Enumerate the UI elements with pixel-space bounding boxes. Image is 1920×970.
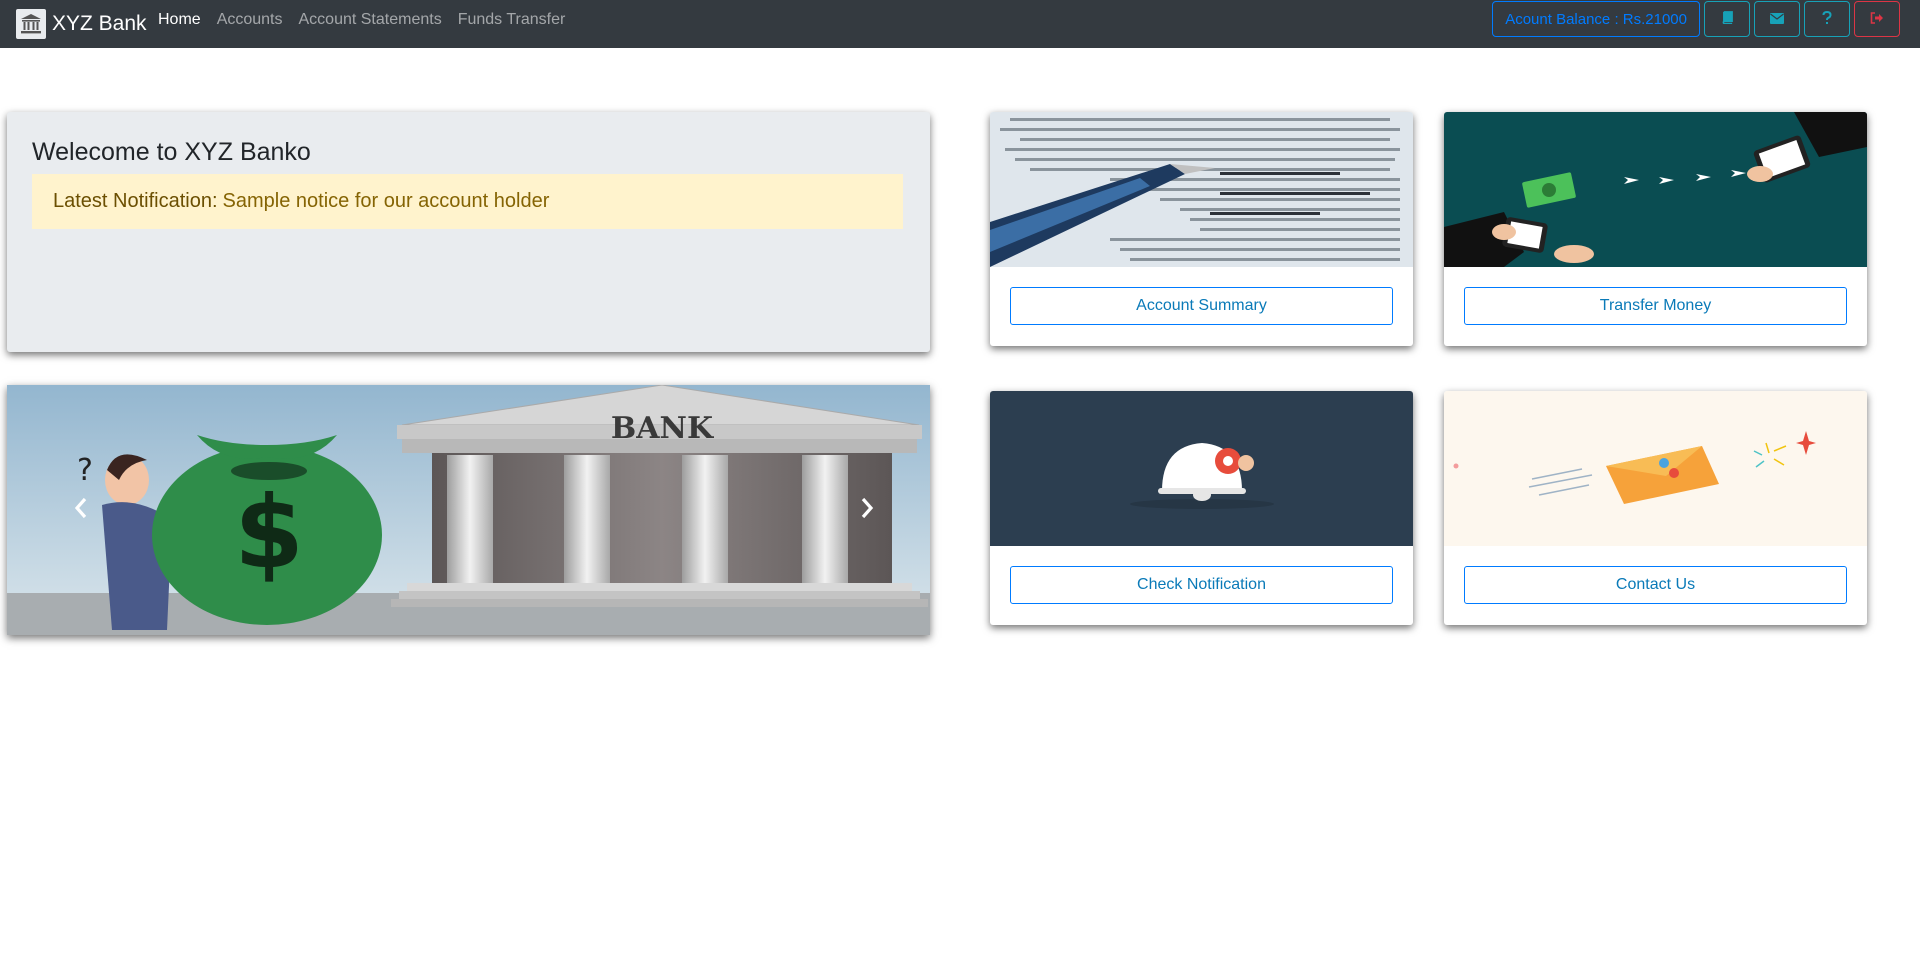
- contact-us-card: Contact Us: [1444, 391, 1867, 625]
- account-summary-card: Account Summary: [990, 112, 1413, 346]
- account-summary-button[interactable]: Account Summary: [1010, 287, 1393, 325]
- carousel-next-button[interactable]: [855, 493, 879, 527]
- svg-text:?: ?: [77, 453, 93, 488]
- image-carousel: BANK $ ?: [7, 385, 930, 635]
- notification-text: Sample notice for our account holder: [222, 190, 550, 212]
- notification-bell-image: [990, 391, 1413, 546]
- notification-label: Latest Notification:: [53, 190, 218, 212]
- book-button[interactable]: [1704, 1, 1750, 37]
- account-balance-button[interactable]: Acount Balance : Rs.21000: [1492, 1, 1700, 37]
- book-icon: [1721, 11, 1734, 27]
- carousel-prev-button[interactable]: [69, 493, 93, 527]
- envelope-image: [1444, 391, 1867, 546]
- main-nav: Home Accounts Account Statements Funds T…: [150, 0, 573, 40]
- nav-actions: Acount Balance : Rs.21000: [1492, 1, 1900, 37]
- bank-icon: [16, 9, 46, 39]
- bank-illustration: BANK $ ?: [7, 385, 930, 635]
- welcome-title: Welecome to XYZ Banko: [32, 138, 311, 166]
- question-icon: [1822, 10, 1832, 28]
- chevron-left-icon: [74, 497, 88, 524]
- bank-sign: BANK: [611, 411, 714, 446]
- nav-home[interactable]: Home: [150, 11, 209, 29]
- mail-button[interactable]: [1754, 1, 1800, 37]
- logout-button[interactable]: [1854, 1, 1900, 37]
- chevron-right-icon: [860, 497, 874, 524]
- navbar: XYZ Bank Home Accounts Account Statement…: [0, 0, 1920, 48]
- check-notification-card: Check Notification: [990, 391, 1413, 625]
- brand-link[interactable]: XYZ Bank: [16, 6, 147, 42]
- sign-out-icon: [1870, 11, 1884, 27]
- nav-accounts[interactable]: Accounts: [209, 11, 291, 29]
- help-button[interactable]: [1804, 1, 1850, 37]
- transfer-money-card: Transfer Money: [1444, 112, 1867, 346]
- svg-text:$: $: [234, 474, 304, 591]
- contact-us-button[interactable]: Contact Us: [1464, 566, 1847, 604]
- welcome-panel: Welecome to XYZ Banko Latest Notificatio…: [7, 112, 930, 352]
- notification-alert: Latest Notification: Sample notice for o…: [32, 174, 903, 229]
- nav-funds-transfer[interactable]: Funds Transfer: [450, 11, 574, 29]
- brand-name: XYZ Bank: [52, 12, 147, 35]
- check-notification-button[interactable]: Check Notification: [1010, 566, 1393, 604]
- money-transfer-image: [1444, 112, 1867, 267]
- nav-account-statements[interactable]: Account Statements: [291, 11, 450, 29]
- transfer-money-button[interactable]: Transfer Money: [1464, 287, 1847, 325]
- financial-statement-image: [990, 112, 1413, 267]
- envelope-icon: [1770, 12, 1784, 27]
